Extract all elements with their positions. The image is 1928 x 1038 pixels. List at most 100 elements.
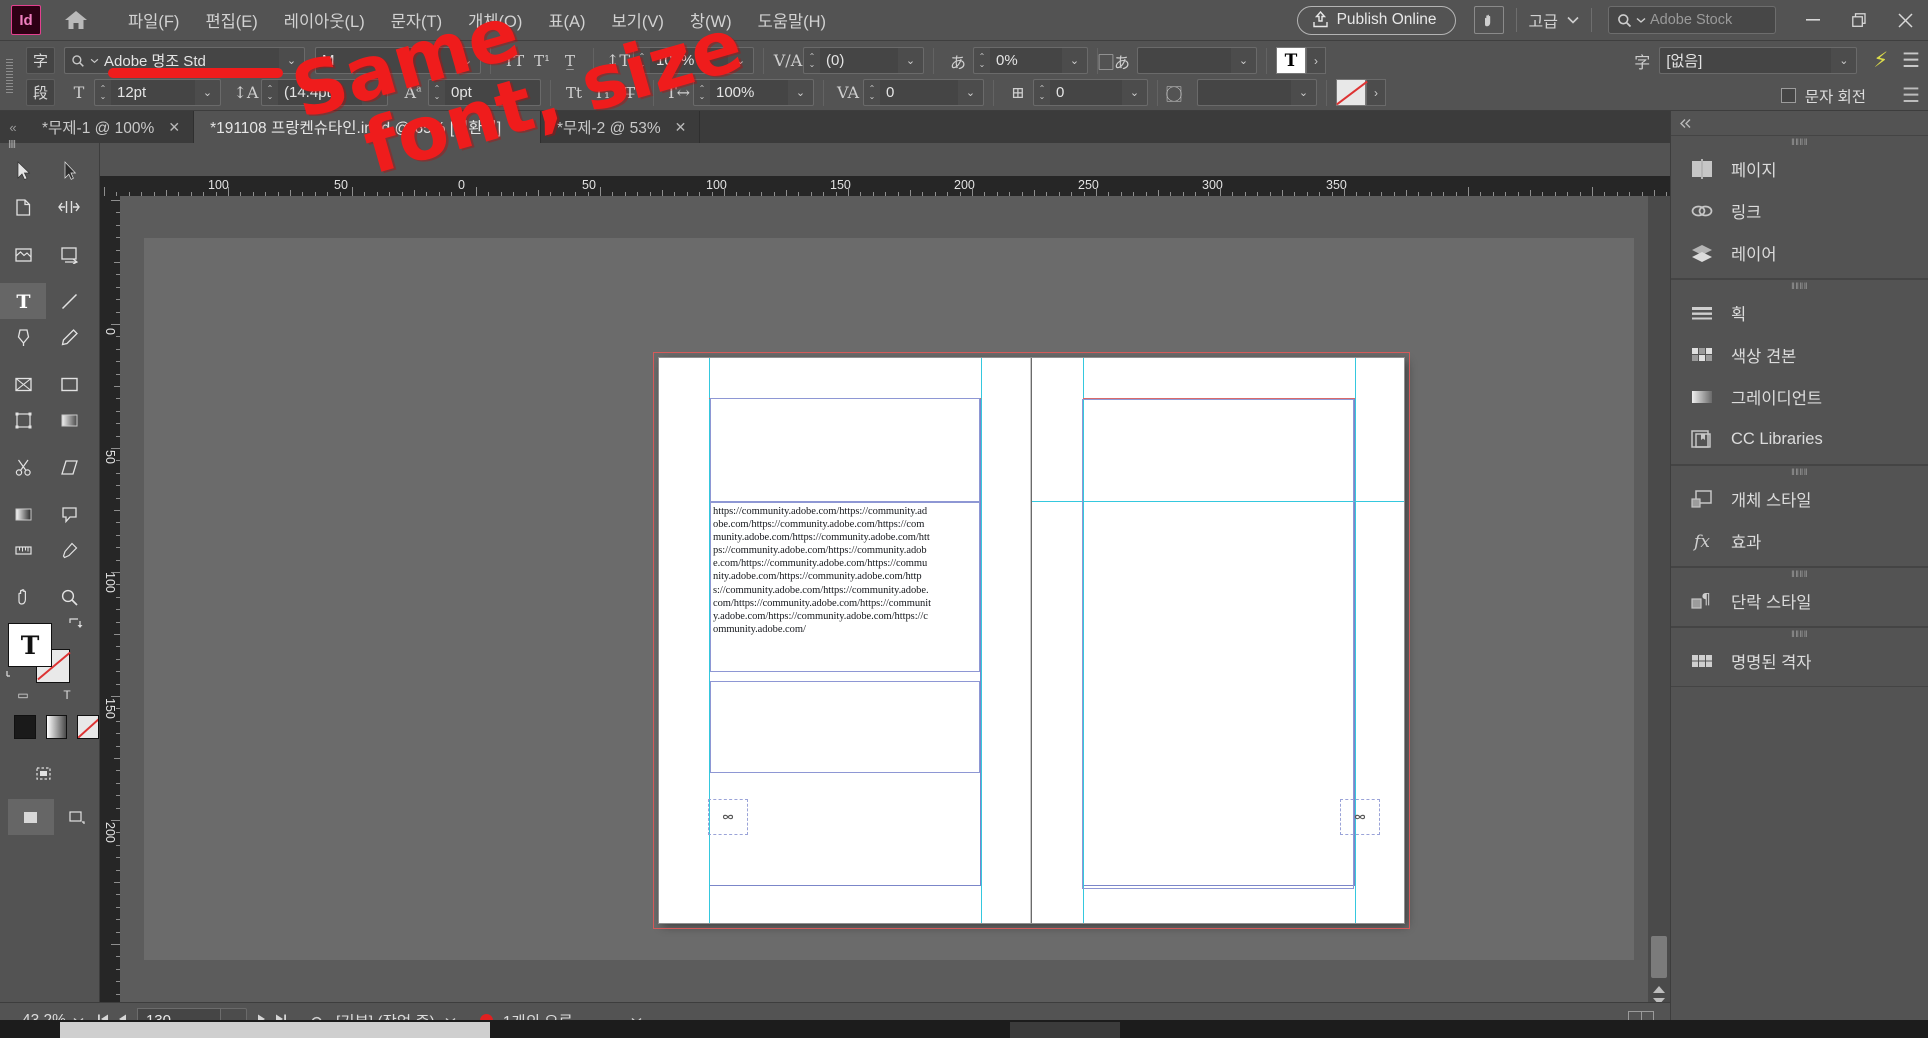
horizontal-scale-value[interactable]: 100% <box>710 79 788 106</box>
tracking-value[interactable]: 0 <box>880 79 958 106</box>
panel-item-paragraph-styles[interactable]: ¶ 단락 스타일 <box>1671 580 1928 622</box>
free-transform-tool[interactable] <box>0 402 46 438</box>
panel-item-named-grids[interactable]: 명명된 격자 <box>1671 640 1928 682</box>
stroke-color-swatch[interactable] <box>1336 79 1366 106</box>
document-tab-frankenstein[interactable]: *191108 프랑켄슈타인.indd @ 65% [변환됨] ✕ <box>194 111 541 143</box>
eyedropper-tool[interactable] <box>46 532 92 568</box>
share-hand-icon[interactable] <box>1473 6 1504 34</box>
menu-item-help[interactable]: 도움말(H) <box>745 2 839 38</box>
tsume-value[interactable]: 0% <box>990 47 1062 74</box>
formatting-affects-container-button[interactable]: › <box>1366 79 1386 106</box>
formatting-affects-container-icon[interactable]: ▭ <box>12 685 34 705</box>
strikethrough-button[interactable]: T̶ <box>616 79 644 106</box>
anchored-object-left[interactable] <box>708 799 748 835</box>
content-placer-tool[interactable] <box>46 236 92 272</box>
font-style-dropdown[interactable]: ⌄ <box>455 47 481 74</box>
gradient-feather-tool[interactable] <box>46 402 92 438</box>
pencil-tool[interactable] <box>46 319 92 355</box>
zoom-tool[interactable] <box>46 579 92 615</box>
kerning-dropdown[interactable]: ⌄ <box>898 47 924 74</box>
measure-tool[interactable] <box>0 532 46 568</box>
menu-item-view[interactable]: 보기(V) <box>599 2 677 38</box>
font-style-field[interactable]: M <box>315 47 455 74</box>
fill-color-swatch[interactable]: T <box>1276 47 1306 74</box>
panel-item-stroke[interactable]: 획 <box>1671 292 1928 334</box>
pasteboard[interactable]: https://community.adobe.com/https://comm… <box>144 238 1634 960</box>
subscript-button[interactable]: T₁ <box>588 79 616 106</box>
panel-group-grip[interactable]: ‖‖‖‖ <box>1671 280 1928 292</box>
vertical-scale-stepper[interactable]: ⌃ ⌄ <box>633 47 650 74</box>
menu-item-table[interactable]: 표(A) <box>535 2 598 38</box>
tracking-dropdown[interactable]: ⌄ <box>958 79 984 106</box>
pen-tool[interactable] <box>0 319 46 355</box>
preview-mode-button[interactable] <box>8 799 54 835</box>
menu-item-object[interactable]: 개체(O) <box>455 2 535 38</box>
anchored-object-right[interactable] <box>1340 799 1380 835</box>
panel-group-grip[interactable]: ‖‖‖‖ <box>1671 466 1928 478</box>
type-tool[interactable]: T <box>0 283 46 319</box>
text-frame-main-left[interactable]: https://community.adobe.com/https://comm… <box>710 502 980 672</box>
control-panel-grip[interactable] <box>6 59 13 93</box>
baseline-shift-value[interactable]: 0pt <box>445 79 541 106</box>
formatting-affects-text-button[interactable]: › <box>1306 47 1326 74</box>
char-rotation-checkbox[interactable] <box>1780 88 1796 103</box>
underline-button[interactable]: T̲ <box>556 47 584 74</box>
panel-collapse-button[interactable] <box>1671 111 1928 135</box>
swap-fill-stroke-icon[interactable] <box>4 665 18 684</box>
menu-item-edit[interactable]: 편집(E) <box>192 2 270 38</box>
document-tab-untitled-1[interactable]: *무제-1 @ 100% ✕ <box>26 111 195 143</box>
vertical-ruler[interactable]: 0 50 100 150 200 <box>100 196 120 1002</box>
apply-color-swatch[interactable] <box>14 715 36 739</box>
control-panel-menu-icon-2[interactable]: ☰ <box>1902 83 1920 108</box>
baseline-shift-stepper[interactable]: ⌃ ⌄ <box>428 79 445 106</box>
tracking-stepper[interactable]: ⌃ ⌄ <box>863 79 880 106</box>
text-frame-right[interactable] <box>1082 399 1354 889</box>
publish-online-button[interactable]: Publish Online <box>1296 5 1456 35</box>
document-tab-untitled-2[interactable]: *무제-2 @ 53% ✕ <box>540 111 701 143</box>
presentation-mode-button[interactable] <box>54 799 100 835</box>
tsume2-dropdown[interactable]: ⌄ <box>1122 79 1148 106</box>
char-rotation-checkbox-row[interactable]: 문자 회전 <box>1780 85 1866 107</box>
leading-value[interactable]: (14.4pt) <box>278 79 362 106</box>
panel-item-links[interactable]: 링크 <box>1671 190 1928 232</box>
horizontal-scale-dropdown[interactable]: ⌄ <box>788 79 814 106</box>
tsume-stepper[interactable]: ⌃ ⌄ <box>973 47 990 74</box>
panel-item-layers[interactable]: 레이어 <box>1671 232 1928 274</box>
kenten-value[interactable] <box>1197 79 1291 106</box>
rectangle-tool[interactable] <box>46 366 92 402</box>
apply-gradient-swatch[interactable] <box>45 715 68 739</box>
vertical-scale-dropdown[interactable]: ⌄ <box>728 47 754 74</box>
panel-group-grip[interactable]: ‖‖‖‖ <box>1671 628 1928 640</box>
taskbar-window-item[interactable] <box>60 1022 490 1038</box>
gradient-swatch-tool[interactable] <box>0 496 46 532</box>
panel-group-grip[interactable]: ‖‖‖‖ <box>1671 568 1928 580</box>
font-size-dropdown[interactable]: ⌄ <box>195 79 221 106</box>
home-icon[interactable] <box>63 7 89 33</box>
paragraph-formatting-button[interactable]: 段 <box>26 79 55 106</box>
tools-panel-grip[interactable]: ‖‖ <box>8 139 16 151</box>
scissors-tool[interactable] <box>0 449 46 485</box>
font-size-stepper[interactable]: ⌃ ⌄ <box>94 79 111 106</box>
shear-tool[interactable] <box>46 449 92 485</box>
workspace-switcher[interactable]: 고급 <box>1529 8 1579 32</box>
fill-swatch[interactable]: T <box>8 623 52 667</box>
vertical-scrollbar[interactable] <box>1648 196 1670 1005</box>
menu-item-window[interactable]: 창(W) <box>677 2 745 38</box>
page-tool[interactable] <box>0 189 46 225</box>
quick-apply-icon[interactable]: ⚡ <box>1873 48 1888 73</box>
adobe-stock-search[interactable]: Adobe Stock <box>1608 6 1776 34</box>
content-collector-tool[interactable] <box>0 236 46 272</box>
page-spread[interactable]: https://community.adobe.com/https://comm… <box>653 352 1410 929</box>
text-frame-top-left[interactable] <box>710 398 980 502</box>
frame-rectangle-tool[interactable] <box>0 366 46 402</box>
menu-item-layout[interactable]: 레이아웃(L) <box>271 2 378 38</box>
kenten-dropdown[interactable]: ⌄ <box>1291 79 1317 106</box>
selection-tool[interactable] <box>0 153 46 189</box>
kerning-stepper[interactable]: ⌃ ⌄ <box>803 47 820 74</box>
panel-group-grip[interactable]: ‖‖‖‖ <box>1671 136 1928 148</box>
maximize-button[interactable] <box>1836 0 1882 41</box>
tsume2-value[interactable]: 0 <box>1050 79 1122 106</box>
apply-none-swatch[interactable] <box>77 715 100 739</box>
close-button[interactable] <box>1882 0 1928 41</box>
character-style-dropdown[interactable]: ⌄ <box>1831 47 1858 74</box>
